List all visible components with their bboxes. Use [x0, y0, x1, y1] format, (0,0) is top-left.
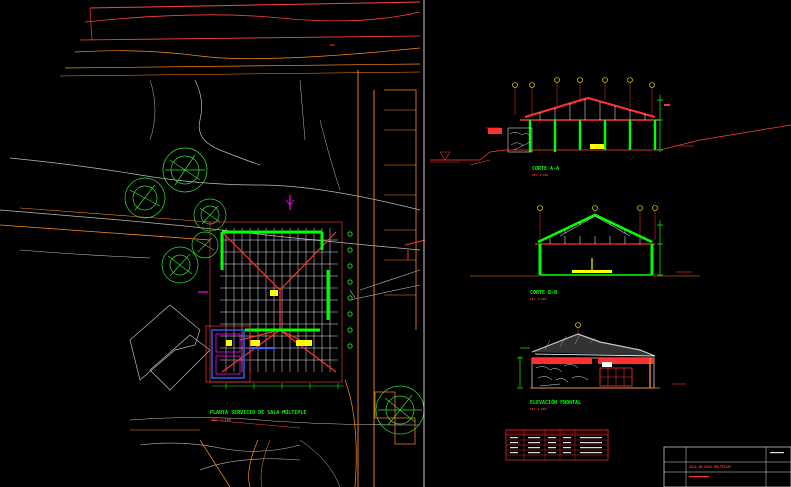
title-block-project: SALA DE USOS MULTIPLES [689, 465, 731, 469]
section-b-scale: ESC 1:100 [530, 297, 546, 301]
elevation-scale: ESC 1:100 [530, 407, 546, 411]
section-a-scale: ESC 1:100 [532, 173, 548, 177]
section-a: CORTE A-A ESC 1:100 [430, 77, 791, 177]
cad-drawing-canvas: PLANTA SERVICIO DE SALA MÚLTIPLE ESC 1:1… [0, 0, 791, 487]
title-block: SALA DE USOS MULTIPLES [663, 446, 791, 487]
elevation-title: ELEVACIÓN FRONTAL [530, 399, 581, 406]
plan-title: PLANTA SERVICIO DE SALA MÚLTIPLE [210, 409, 306, 416]
tree-icon [191, 231, 219, 259]
section-b: CORTE B-B ESC 1:100 [470, 205, 700, 301]
legend-table [505, 429, 609, 461]
tree-icon [375, 385, 425, 435]
section-a-title: CORTE A-A [532, 166, 559, 172]
tree-icon [161, 246, 199, 284]
site-plan: PLANTA SERVICIO DE SALA MÚLTIPLE ESC 1:1… [0, 1, 426, 487]
floor-plan [198, 195, 356, 389]
plan-scale: ESC 1:100 [212, 418, 231, 422]
section-b-title: CORTE B-B [530, 290, 557, 296]
front-elevation: ELEVACIÓN FRONTAL ESC 1:100 [517, 322, 686, 411]
tree-icon [124, 177, 166, 219]
tree-icon [162, 147, 208, 193]
